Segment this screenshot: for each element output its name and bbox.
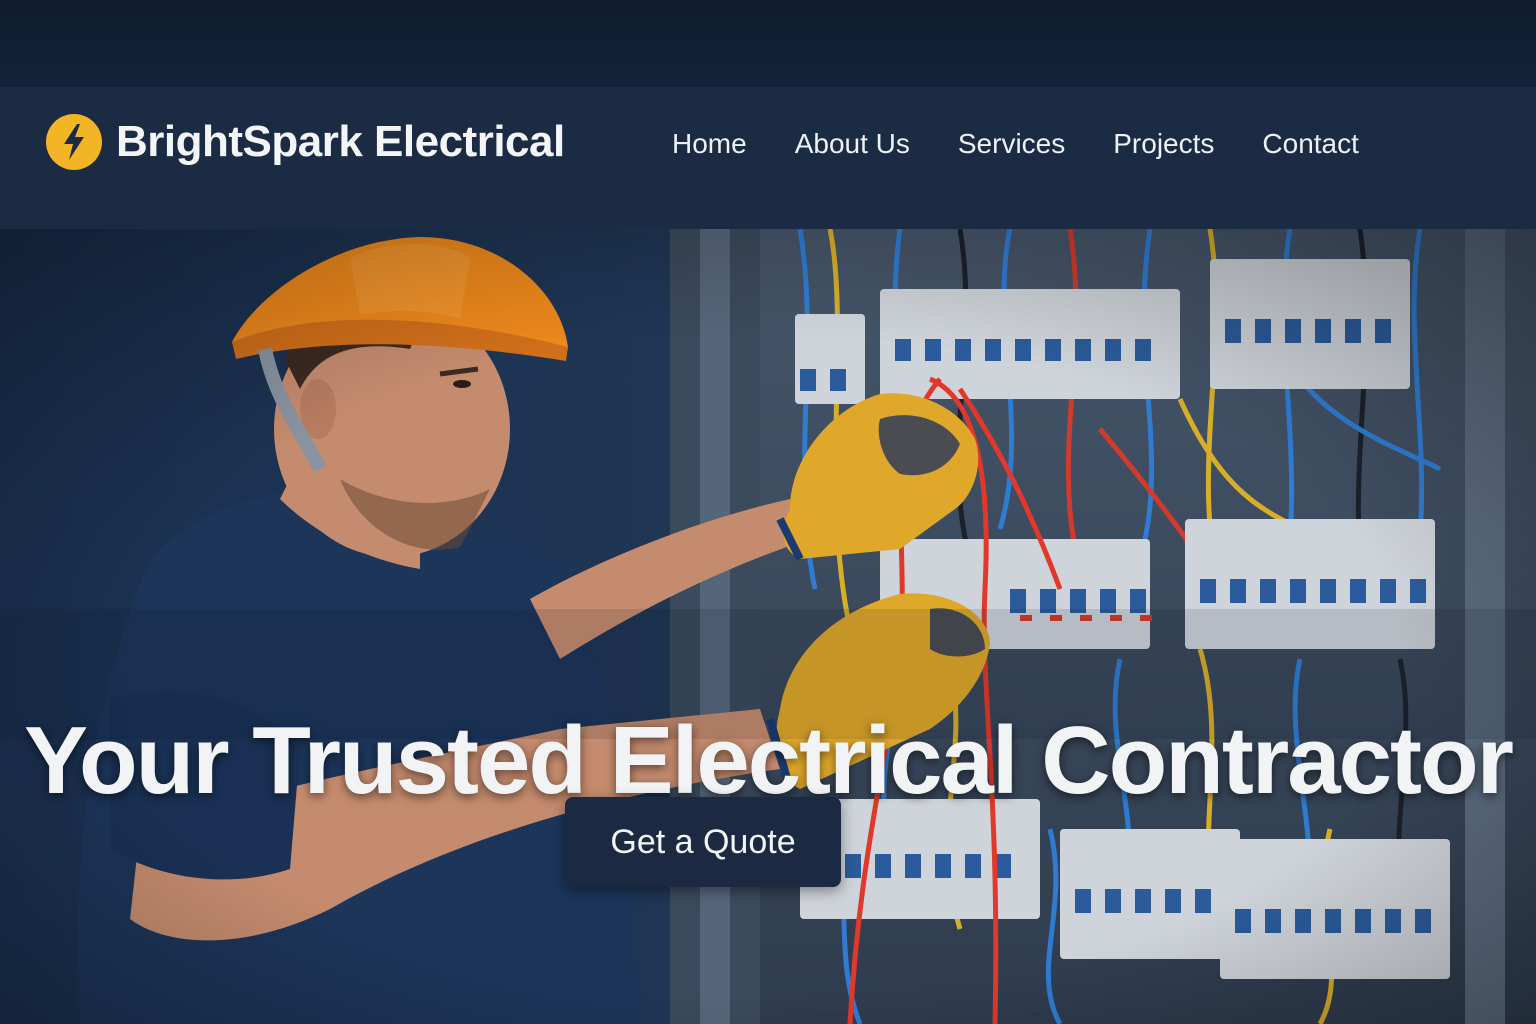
lightning-bolt-icon: [46, 114, 102, 170]
hero-image: [0, 229, 1536, 1024]
nav-about-us[interactable]: About Us: [795, 128, 910, 160]
nav-underband: [0, 200, 1536, 229]
get-a-quote-button[interactable]: Get a Quote: [565, 797, 841, 887]
brand-name: BrightSpark Electrical: [116, 117, 565, 166]
page: BrightSpark Electrical Home About Us Ser…: [0, 0, 1536, 1024]
nav-services[interactable]: Services: [958, 128, 1065, 160]
nav-contact[interactable]: Contact: [1262, 128, 1359, 160]
hero-section: Your Trusted Electrical Contractor Get a…: [0, 229, 1536, 1024]
brand-logo[interactable]: BrightSpark Electrical: [46, 113, 565, 171]
nav-projects[interactable]: Projects: [1113, 128, 1214, 160]
nav-home[interactable]: Home: [672, 128, 747, 160]
top-strip: [0, 0, 1536, 87]
navbar: BrightSpark Electrical Home About Us Ser…: [0, 87, 1536, 200]
main-nav: Home About Us Services Projects Contact: [672, 125, 1359, 163]
